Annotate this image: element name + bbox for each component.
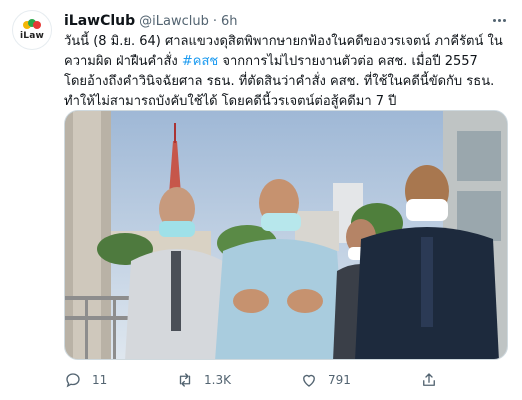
share-icon xyxy=(423,373,435,386)
user-handle[interactable]: @iLawclub xyxy=(139,14,209,29)
ilaw-logo-icon xyxy=(23,19,41,31)
retweet-count: 1.3K xyxy=(204,373,231,387)
separator-dot: · xyxy=(212,13,218,29)
hashtag-link[interactable]: #คสช xyxy=(182,54,218,69)
display-name[interactable]: iLawClub xyxy=(64,13,135,29)
tweet-header: iLawClub @iLawclub · 6h xyxy=(64,11,238,31)
heart-icon xyxy=(303,374,315,387)
more-options-icon[interactable] xyxy=(488,10,510,30)
avatar[interactable]: iLaw xyxy=(12,10,52,50)
reply-count: 11 xyxy=(92,373,108,387)
photo-illustration xyxy=(65,111,507,359)
reply-button[interactable]: 11 xyxy=(64,368,107,392)
tweet-text: วันนี้ (8 มิ.ย. 64) ศาลแขวงดุสิตพิพากษาย… xyxy=(64,32,504,112)
like-button[interactable]: 791 xyxy=(300,368,351,392)
like-count: 791 xyxy=(328,373,351,387)
tweet-photo[interactable] xyxy=(64,110,508,360)
retweet-icon xyxy=(179,373,191,387)
tweet[interactable]: iLaw iLawClub @iLawclub · 6h วันนี้ (8 ม… xyxy=(0,0,522,400)
reply-icon xyxy=(66,373,80,388)
avatar-label: iLaw xyxy=(19,31,44,41)
timestamp[interactable]: 6h xyxy=(221,14,238,29)
share-button[interactable] xyxy=(420,368,438,392)
retweet-button[interactable]: 1.3K xyxy=(176,368,231,392)
tweet-actions: 11 1.3K 791 xyxy=(64,368,504,392)
